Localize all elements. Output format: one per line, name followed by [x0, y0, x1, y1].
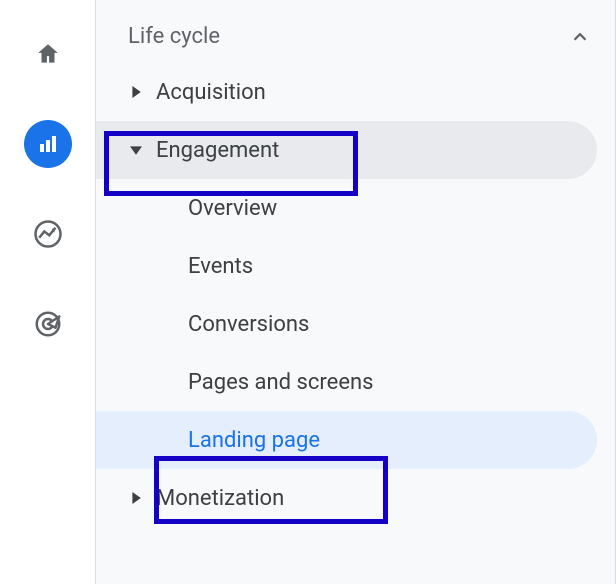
- nav-label: Events: [188, 254, 253, 279]
- nav-subitem-conversions[interactable]: Conversions: [96, 295, 597, 353]
- rail-home[interactable]: [24, 30, 72, 78]
- caret-right-icon: [116, 492, 156, 504]
- nav-label: Engagement: [156, 138, 597, 163]
- section-header-lifecycle[interactable]: Life cycle: [96, 10, 615, 63]
- caret-down-icon: [116, 144, 156, 156]
- section-title: Life cycle: [128, 24, 220, 49]
- rail-reports[interactable]: [24, 120, 72, 168]
- caret-right-icon: [116, 86, 156, 98]
- nav-label: Landing page: [188, 428, 320, 453]
- nav-label: Overview: [188, 196, 277, 221]
- rail-advertising[interactable]: [24, 300, 72, 348]
- nav-item-acquisition[interactable]: Acquisition: [96, 63, 597, 121]
- nav-subitem-events[interactable]: Events: [96, 237, 597, 295]
- explore-icon: [33, 219, 63, 249]
- nav-subitem-overview[interactable]: Overview: [96, 179, 597, 237]
- nav-label: Pages and screens: [188, 370, 374, 395]
- chevron-up-icon: [569, 26, 591, 48]
- nav-label: Monetization: [156, 486, 597, 511]
- reports-icon: [36, 132, 60, 156]
- nav-item-engagement[interactable]: Engagement: [96, 121, 597, 179]
- nav-subitem-pages[interactable]: Pages and screens: [96, 353, 597, 411]
- home-icon: [35, 41, 61, 67]
- nav-label: Acquisition: [156, 80, 597, 105]
- nav-panel: Life cycle Acquisition Engagement Overvi…: [96, 0, 616, 584]
- left-rail: [0, 0, 96, 584]
- advertising-icon: [33, 309, 63, 339]
- rail-explore[interactable]: [24, 210, 72, 258]
- nav-tree: Acquisition Engagement Overview Events C…: [96, 63, 615, 527]
- nav-item-monetization[interactable]: Monetization: [96, 469, 597, 527]
- nav-subitem-landing[interactable]: Landing page: [96, 411, 597, 469]
- nav-label: Conversions: [188, 312, 309, 337]
